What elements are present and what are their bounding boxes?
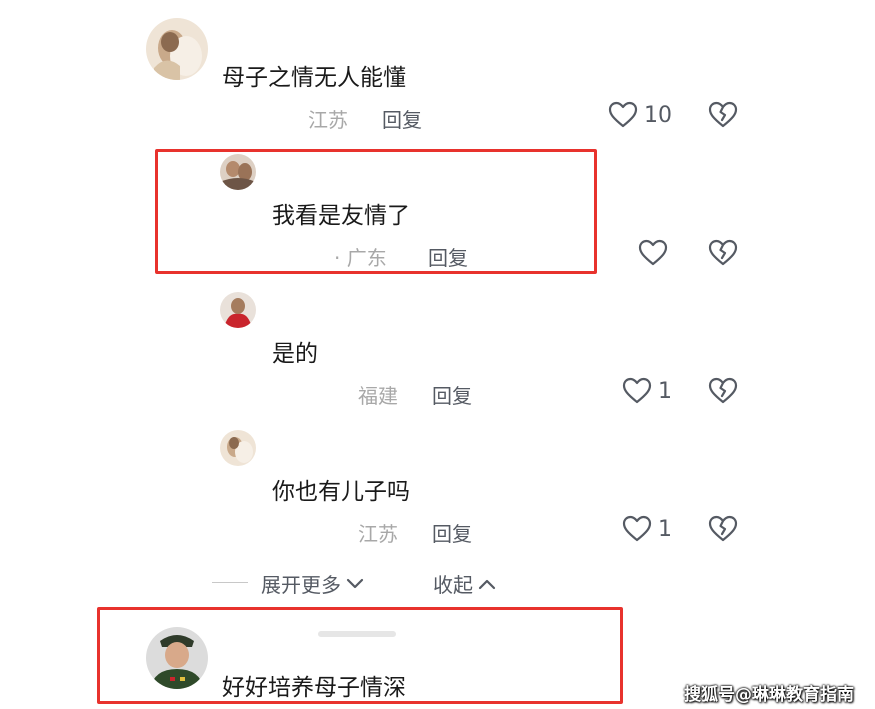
broken-heart-icon: [708, 239, 738, 266]
watermark: 搜狐号@琳琳教育指南: [684, 685, 854, 705]
like-count: 1: [658, 378, 672, 404]
comment-text: 是的: [272, 341, 318, 367]
dislike-button[interactable]: [708, 239, 738, 271]
expand-more-label: 展开更多: [261, 573, 341, 597]
dislike-button[interactable]: [708, 515, 738, 547]
dislike-button[interactable]: [708, 101, 738, 133]
chevron-up-icon: [478, 579, 496, 589]
reply-button[interactable]: 回复: [382, 104, 422, 133]
collapse-button[interactable]: 收起: [433, 569, 497, 598]
like-button[interactable]: [638, 239, 674, 267]
avatar[interactable]: [220, 430, 256, 466]
avatar[interactable]: [220, 154, 256, 190]
heart-icon: [638, 239, 668, 266]
chevron-down-icon: [346, 578, 364, 588]
avatar[interactable]: [146, 627, 208, 689]
comment-location: · 广东: [334, 246, 387, 270]
like-button[interactable]: 1: [622, 515, 672, 543]
reply-button[interactable]: 回复: [432, 380, 472, 409]
collapse-label: 收起: [433, 573, 473, 597]
broken-heart-icon: [708, 101, 738, 128]
comment-location: 福建: [358, 384, 398, 408]
redacted-username: [318, 631, 396, 637]
divider: [212, 582, 248, 583]
comment-text: 你也有儿子吗: [272, 479, 410, 505]
heart-icon: [622, 377, 652, 404]
comment-text: 母子之情无人能懂: [222, 65, 406, 91]
broken-heart-icon: [708, 377, 738, 404]
dislike-button[interactable]: [708, 377, 738, 409]
comment-location: 江苏: [308, 108, 348, 132]
expand-more-button[interactable]: 展开更多: [261, 569, 365, 598]
avatar[interactable]: [220, 292, 256, 328]
like-count: 10: [644, 102, 672, 128]
comment-location: 江苏: [358, 522, 398, 546]
comment-text: 好好培养母子情深: [222, 675, 406, 701]
reply-button[interactable]: 回复: [432, 518, 472, 547]
like-button[interactable]: 10: [608, 101, 672, 129]
heart-icon: [622, 515, 652, 542]
like-button[interactable]: 1: [622, 377, 672, 405]
avatar[interactable]: [146, 18, 208, 80]
heart-icon: [608, 101, 638, 128]
broken-heart-icon: [708, 515, 738, 542]
reply-button[interactable]: 回复: [428, 242, 468, 271]
like-count: 1: [658, 516, 672, 542]
comment-text: 我看是友情了: [272, 203, 410, 229]
